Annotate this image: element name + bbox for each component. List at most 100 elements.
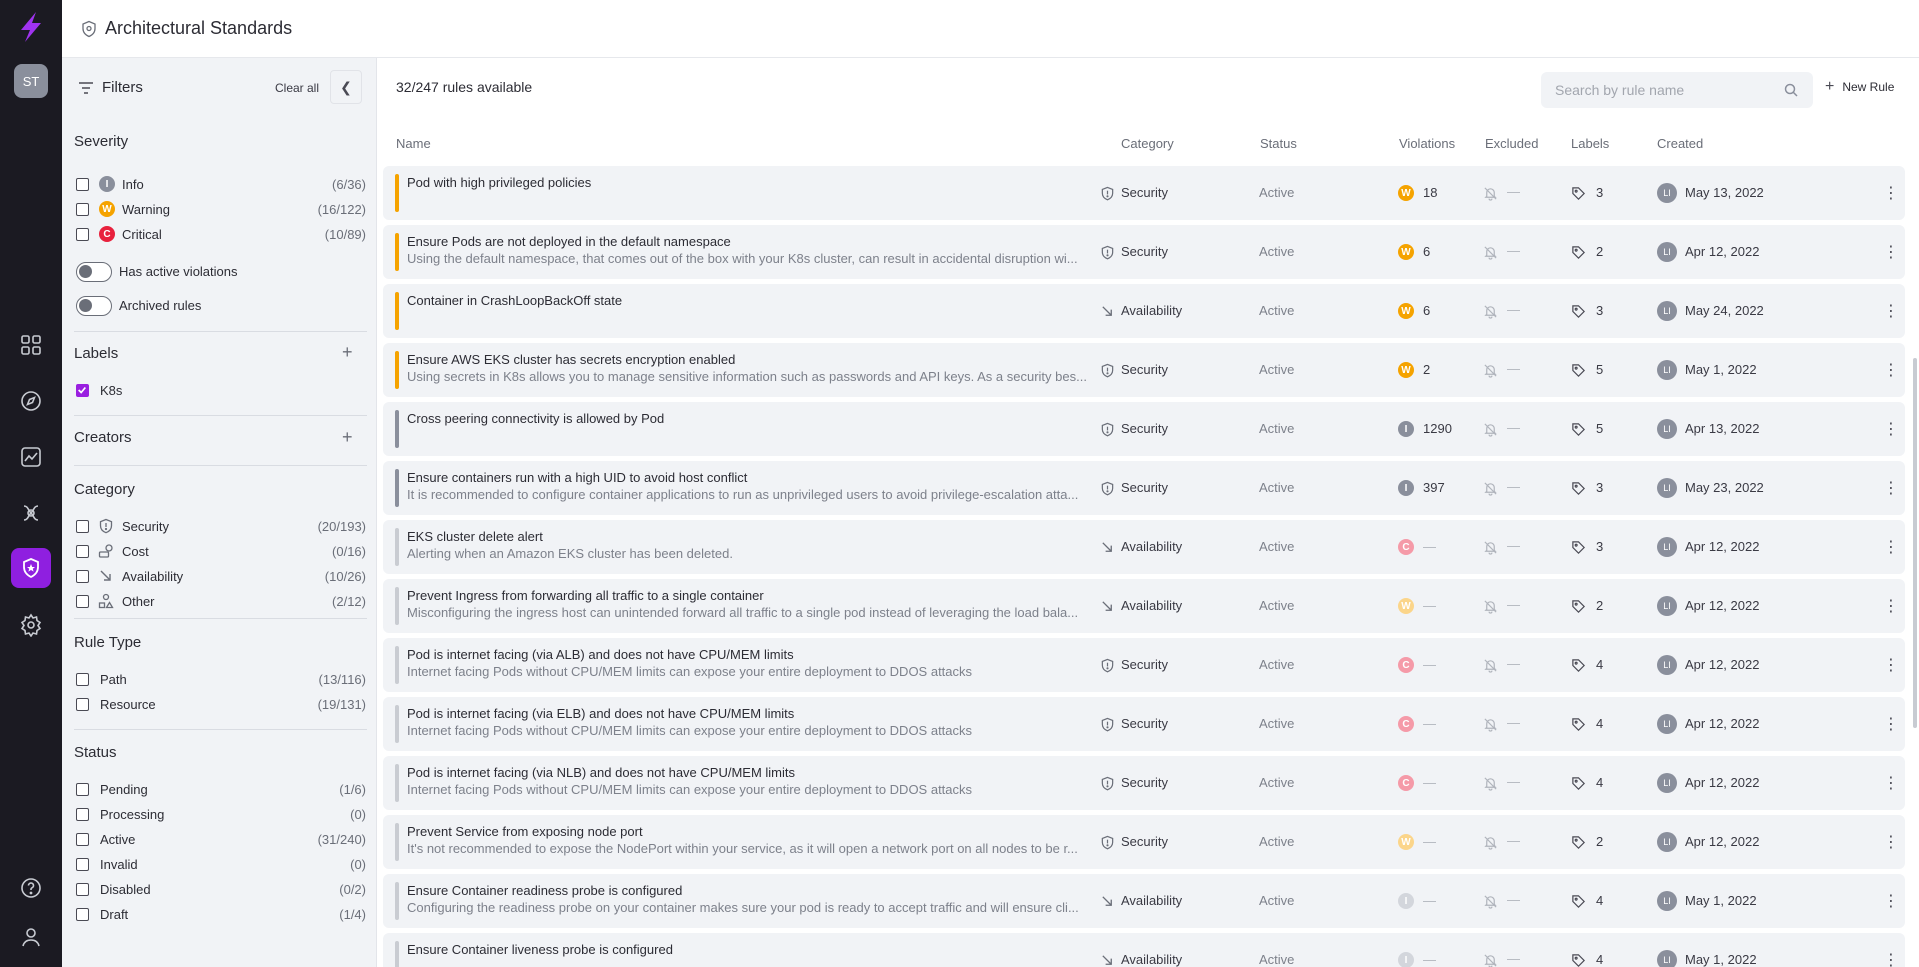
- table-row[interactable]: Cross peering connectivity is allowed by…: [383, 402, 1905, 456]
- checkbox[interactable]: [76, 595, 89, 608]
- checkbox[interactable]: [76, 858, 89, 871]
- column-name[interactable]: Name: [396, 136, 431, 151]
- table-row[interactable]: Ensure Pods are not deployed in the defa…: [383, 225, 1905, 279]
- more-options-icon[interactable]: ⋮: [1883, 242, 1899, 262]
- clear-all-button[interactable]: Clear all: [275, 81, 319, 95]
- filter-category-security[interactable]: Security (20/193): [76, 515, 366, 537]
- rule-name[interactable]: Ensure Container readiness probe is conf…: [407, 883, 682, 898]
- column-labels[interactable]: Labels: [1571, 136, 1609, 151]
- filter-severity-critical[interactable]: C Critical (10/89): [76, 223, 366, 245]
- column-created[interactable]: Created: [1657, 136, 1703, 151]
- checkbox[interactable]: [76, 673, 89, 686]
- checkbox[interactable]: [76, 545, 89, 558]
- new-rule-button[interactable]: + New Rule: [1825, 78, 1894, 96]
- rule-name[interactable]: Pod is internet facing (via NLB) and doe…: [407, 765, 795, 780]
- more-options-icon[interactable]: ⋮: [1883, 714, 1899, 734]
- more-options-icon[interactable]: ⋮: [1883, 301, 1899, 321]
- more-options-icon[interactable]: ⋮: [1883, 596, 1899, 616]
- more-options-icon[interactable]: ⋮: [1883, 183, 1899, 203]
- table-row[interactable]: Prevent Ingress from forwarding all traf…: [383, 579, 1905, 633]
- more-options-icon[interactable]: ⋮: [1883, 950, 1899, 967]
- table-row[interactable]: Container in CrashLoopBackOff state Avail…: [383, 284, 1905, 338]
- more-options-icon[interactable]: ⋮: [1883, 419, 1899, 439]
- add-label-icon[interactable]: +: [342, 342, 353, 363]
- checkbox[interactable]: [76, 883, 89, 896]
- table-row[interactable]: Ensure containers run with a high UID to…: [383, 461, 1905, 515]
- filter-category-other[interactable]: Other (2/12): [76, 590, 366, 612]
- checkbox[interactable]: [76, 570, 89, 583]
- more-options-icon[interactable]: ⋮: [1883, 832, 1899, 852]
- filter-status-active[interactable]: Active (31/240): [76, 828, 366, 850]
- rule-name[interactable]: EKS cluster delete alert: [407, 529, 543, 544]
- rule-name[interactable]: Prevent Ingress from forwarding all traf…: [407, 588, 764, 603]
- checkbox[interactable]: [76, 384, 89, 397]
- checkbox[interactable]: [76, 833, 89, 846]
- more-options-icon[interactable]: ⋮: [1883, 773, 1899, 793]
- more-options-icon[interactable]: ⋮: [1883, 891, 1899, 911]
- checkbox[interactable]: [76, 698, 89, 711]
- checkbox[interactable]: [76, 203, 89, 216]
- filter-ruletype-path[interactable]: Path (13/116): [76, 668, 366, 690]
- more-options-icon[interactable]: ⋮: [1883, 655, 1899, 675]
- filter-severity-warning[interactable]: W Warning (16/122): [76, 198, 366, 220]
- has-active-violations-toggle[interactable]: [76, 262, 112, 282]
- help-icon[interactable]: [11, 868, 51, 908]
- filter-ruletype-resource[interactable]: Resource (19/131): [76, 693, 366, 715]
- rule-name[interactable]: Ensure Pods are not deployed in the defa…: [407, 234, 731, 249]
- rule-name[interactable]: Ensure AWS EKS cluster has secrets encry…: [407, 352, 735, 367]
- checkbox[interactable]: [76, 520, 89, 533]
- column-violations[interactable]: Violations: [1399, 136, 1455, 151]
- filter-status-draft[interactable]: Draft (1/4): [76, 903, 366, 925]
- logo-icon[interactable]: [14, 10, 48, 44]
- rule-name[interactable]: Pod with high privileged policies: [407, 175, 591, 190]
- more-options-icon[interactable]: ⋮: [1883, 360, 1899, 380]
- dashboard-icon[interactable]: [11, 325, 51, 365]
- table-row[interactable]: Pod with high privileged policies Securit…: [383, 166, 1905, 220]
- compass-icon[interactable]: [11, 381, 51, 421]
- checkbox[interactable]: [76, 808, 89, 821]
- add-creator-icon[interactable]: +: [342, 427, 353, 448]
- rule-name[interactable]: Pod is internet facing (via ELB) and doe…: [407, 706, 794, 721]
- user-avatar[interactable]: ST: [14, 64, 48, 98]
- table-row[interactable]: Ensure Container readiness probe is conf…: [383, 874, 1905, 928]
- filter-status-pending[interactable]: Pending (1/6): [76, 778, 366, 800]
- rule-name[interactable]: Ensure containers run with a high UID to…: [407, 470, 747, 485]
- filter-status-processing[interactable]: Processing (0): [76, 803, 366, 825]
- column-category[interactable]: Category: [1121, 136, 1174, 151]
- filter-category-cost[interactable]: Cost (0/16): [76, 540, 366, 562]
- chart-icon[interactable]: [11, 437, 51, 477]
- checkbox[interactable]: [76, 228, 89, 241]
- rule-name[interactable]: Pod is internet facing (via ALB) and doe…: [407, 647, 794, 662]
- rule-name[interactable]: Cross peering connectivity is allowed by…: [407, 411, 664, 426]
- filter-label-k8s[interactable]: K8s: [76, 379, 366, 401]
- table-row[interactable]: Prevent Service from exposing node port I…: [383, 815, 1905, 869]
- checkbox[interactable]: [76, 908, 89, 921]
- column-excluded[interactable]: Excluded: [1485, 136, 1538, 151]
- table-row[interactable]: Ensure AWS EKS cluster has secrets encry…: [383, 343, 1905, 397]
- filter-status-disabled[interactable]: Disabled (0/2): [76, 878, 366, 900]
- collapse-panel-button[interactable]: ❮: [330, 70, 362, 104]
- table-row[interactable]: Pod is internet facing (via ELB) and doe…: [383, 697, 1905, 751]
- checkbox[interactable]: [76, 178, 89, 191]
- table-row[interactable]: EKS cluster delete alert Alerting when an…: [383, 520, 1905, 574]
- rule-name[interactable]: Ensure Container liveness probe is confi…: [407, 942, 673, 957]
- search-input[interactable]: [1541, 72, 1813, 108]
- filter-severity-info[interactable]: I Info (6/36): [76, 173, 366, 195]
- more-options-icon[interactable]: ⋮: [1883, 537, 1899, 557]
- settings-icon[interactable]: [11, 605, 51, 645]
- checkbox[interactable]: [76, 783, 89, 796]
- integrations-icon[interactable]: [11, 493, 51, 533]
- scrollbar[interactable]: [1913, 358, 1917, 728]
- table-row[interactable]: Pod is internet facing (via ALB) and doe…: [383, 638, 1905, 692]
- column-status[interactable]: Status: [1260, 136, 1297, 151]
- table-row[interactable]: Pod is internet facing (via NLB) and doe…: [383, 756, 1905, 810]
- filter-category-availability[interactable]: Availability (10/26): [76, 565, 366, 587]
- filter-status-invalid[interactable]: Invalid (0): [76, 853, 366, 875]
- profile-icon[interactable]: [11, 917, 51, 957]
- standards-icon[interactable]: [11, 548, 51, 588]
- archived-rules-toggle[interactable]: [76, 296, 112, 316]
- rule-name[interactable]: Container in CrashLoopBackOff state: [407, 293, 622, 308]
- rule-name[interactable]: Prevent Service from exposing node port: [407, 824, 643, 839]
- table-row[interactable]: Ensure Container liveness probe is confi…: [383, 933, 1905, 967]
- more-options-icon[interactable]: ⋮: [1883, 478, 1899, 498]
